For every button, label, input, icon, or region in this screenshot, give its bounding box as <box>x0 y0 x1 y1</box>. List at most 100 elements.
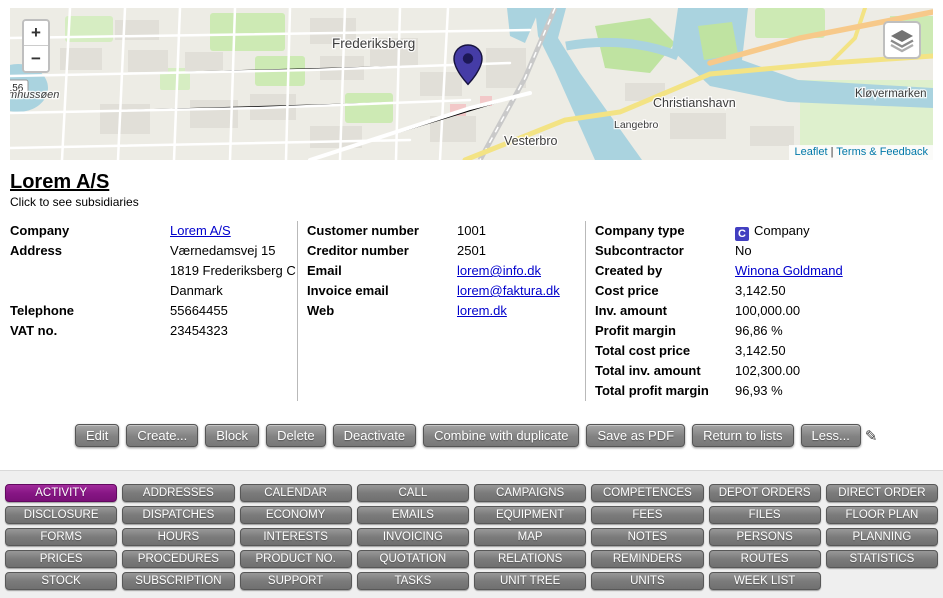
email-link[interactable]: lorem@info.dk <box>457 263 541 278</box>
save-as-pdf-button[interactable]: Save as PDF <box>586 424 685 447</box>
detail-label: Company type <box>595 221 735 241</box>
tab-files[interactable]: FILES <box>709 506 821 524</box>
block-button[interactable]: Block <box>205 424 259 447</box>
tab-addresses[interactable]: ADDRESSES <box>122 484 234 502</box>
tab-direct-order[interactable]: DIRECT ORDER <box>826 484 938 502</box>
web-link[interactable]: lorem.dk <box>457 303 507 318</box>
zoom-out-button[interactable]: − <box>24 46 48 71</box>
detail-label: Subcontractor <box>595 241 735 261</box>
tab-call[interactable]: CALL <box>357 484 469 502</box>
tab-disclosure[interactable]: DISCLOSURE <box>5 506 117 524</box>
detail-row-address: AddressVærnedamsvej 151819 Frederiksberg… <box>10 241 297 301</box>
address-line: Danmark <box>170 281 297 301</box>
tab-unit-tree[interactable]: UNIT TREE <box>474 572 586 590</box>
detail-row-web: Weblorem.dk <box>307 301 585 321</box>
tab-subscription[interactable]: SUBSCRIPTION <box>122 572 234 590</box>
tab-interests[interactable]: INTERESTS <box>240 528 352 546</box>
tab-dispatches[interactable]: DISPATCHES <box>122 506 234 524</box>
detail-value: 1001 <box>457 221 585 241</box>
detail-row-company-type: Company typeCCompany <box>595 221 933 241</box>
tab-routes[interactable]: ROUTES <box>709 550 821 568</box>
tab-product-no[interactable]: PRODUCT NO. <box>240 550 352 568</box>
edit-button[interactable]: Edit <box>75 424 119 447</box>
tab-statistics[interactable]: STATISTICS <box>826 550 938 568</box>
detail-row-vat-no: VAT no.23454323 <box>10 321 297 341</box>
tab-quotation[interactable]: QUOTATION <box>357 550 469 568</box>
detail-label: Company <box>10 221 170 241</box>
action-button-row: Edit Create... Block Delete Deactivate Combin… <box>75 424 943 447</box>
attribution-separator: | <box>831 146 834 158</box>
address-line: Værnedamsvej 15 <box>170 241 297 261</box>
detail-value: 23454323 <box>170 321 297 341</box>
tab-stock[interactable]: STOCK <box>5 572 117 590</box>
tab-reminders[interactable]: REMINDERS <box>591 550 703 568</box>
detail-row-inv-amount: Inv. amount100,000.00 <box>595 301 933 321</box>
detail-value: 3,142.50 <box>735 341 933 361</box>
detail-label: VAT no. <box>10 321 170 341</box>
zoom-in-button[interactable]: + <box>24 21 48 46</box>
map[interactable]: 156 Frederiksberg Vesterbro Christiansha… <box>10 8 933 160</box>
detail-row-created-by: Created byWinona Goldmand <box>595 261 933 281</box>
tab-procedures[interactable]: PROCEDURES <box>122 550 234 568</box>
tab-economy[interactable]: ECONOMY <box>240 506 352 524</box>
create-button[interactable]: Create... <box>126 424 198 447</box>
layers-icon <box>889 27 915 53</box>
tab-week-list[interactable]: WEEK LIST <box>709 572 821 590</box>
detail-label: Invoice email <box>307 281 457 301</box>
invoice-email-link[interactable]: lorem@faktura.dk <box>457 283 560 298</box>
tab-persons[interactable]: PERSONS <box>709 528 821 546</box>
map-label-vesterbro: Vesterbro <box>504 134 558 148</box>
leaflet-link[interactable]: Leaflet <box>794 146 827 158</box>
map-label-lake: Damhussøen <box>10 89 59 101</box>
detail-label: Address <box>10 241 170 301</box>
detail-label: Created by <box>595 261 735 281</box>
tab-depot-orders[interactable]: DEPOT ORDERS <box>709 484 821 502</box>
detail-row-telephone: Telephone55664455 <box>10 301 297 321</box>
detail-row-invoice-email: Invoice emaillorem@faktura.dk <box>307 281 585 301</box>
tab-invoicing[interactable]: INVOICING <box>357 528 469 546</box>
tab-units[interactable]: UNITS <box>591 572 703 590</box>
details-column-3: Company typeCCompanySubcontractorNoCreat… <box>585 221 933 401</box>
tab-support[interactable]: SUPPORT <box>240 572 352 590</box>
tab-activity[interactable]: ACTIVITY <box>5 484 117 502</box>
detail-label: Total cost price <box>595 341 735 361</box>
detail-value: Lorem A/S <box>170 221 297 241</box>
tab-forms[interactable]: FORMS <box>5 528 117 546</box>
return-to-lists-button[interactable]: Return to lists <box>692 424 793 447</box>
subsidiaries-link[interactable]: Click to see subsidiaries <box>10 195 943 209</box>
combine-with-duplicate-button[interactable]: Combine with duplicate <box>423 424 579 447</box>
deactivate-button[interactable]: Deactivate <box>333 424 416 447</box>
tab-relations[interactable]: RELATIONS <box>474 550 586 568</box>
tab-hours[interactable]: HOURS <box>122 528 234 546</box>
map-label-frederiksberg: Frederiksberg <box>332 36 415 51</box>
map-canvas[interactable]: 156 Frederiksberg Vesterbro Christiansha… <box>10 8 933 160</box>
map-attribution: Leaflet | Terms & Feedback <box>789 145 933 160</box>
delete-button[interactable]: Delete <box>266 424 326 447</box>
tab-floor-plan[interactable]: FLOOR PLAN <box>826 506 938 524</box>
map-layers-button[interactable] <box>883 21 921 59</box>
detail-value: 96,86 % <box>735 321 933 341</box>
tab-campaigns[interactable]: CAMPAIGNS <box>474 484 586 502</box>
tab-notes[interactable]: NOTES <box>591 528 703 546</box>
detail-value: 55664455 <box>170 301 297 321</box>
detail-row-total-cost-price: Total cost price3,142.50 <box>595 341 933 361</box>
detail-row-company: CompanyLorem A/S <box>10 221 297 241</box>
tab-prices[interactable]: PRICES <box>5 550 117 568</box>
less-button[interactable]: Less... <box>801 424 861 447</box>
tab-emails[interactable]: EMAILS <box>357 506 469 524</box>
edit-buttons-pencil-icon[interactable]: ✎ <box>865 427 878 445</box>
terms-feedback-link[interactable]: Terms & Feedback <box>836 146 928 158</box>
tab-fees[interactable]: FEES <box>591 506 703 524</box>
tab-map[interactable]: MAP <box>474 528 586 546</box>
detail-row-customer-number: Customer number1001 <box>307 221 585 241</box>
tab-competences[interactable]: COMPETENCES <box>591 484 703 502</box>
created-by-link[interactable]: Winona Goldmand <box>735 263 843 278</box>
company-link[interactable]: Lorem A/S <box>170 223 231 238</box>
tab-equipment[interactable]: EQUIPMENT <box>474 506 586 524</box>
page-title: Lorem A/S <box>10 171 943 194</box>
tab-planning[interactable]: PLANNING <box>826 528 938 546</box>
detail-value: lorem@info.dk <box>457 261 585 281</box>
tab-calendar[interactable]: CALENDAR <box>240 484 352 502</box>
tab-tasks[interactable]: TASKS <box>357 572 469 590</box>
detail-row-total-inv-amount: Total inv. amount102,300.00 <box>595 361 933 381</box>
